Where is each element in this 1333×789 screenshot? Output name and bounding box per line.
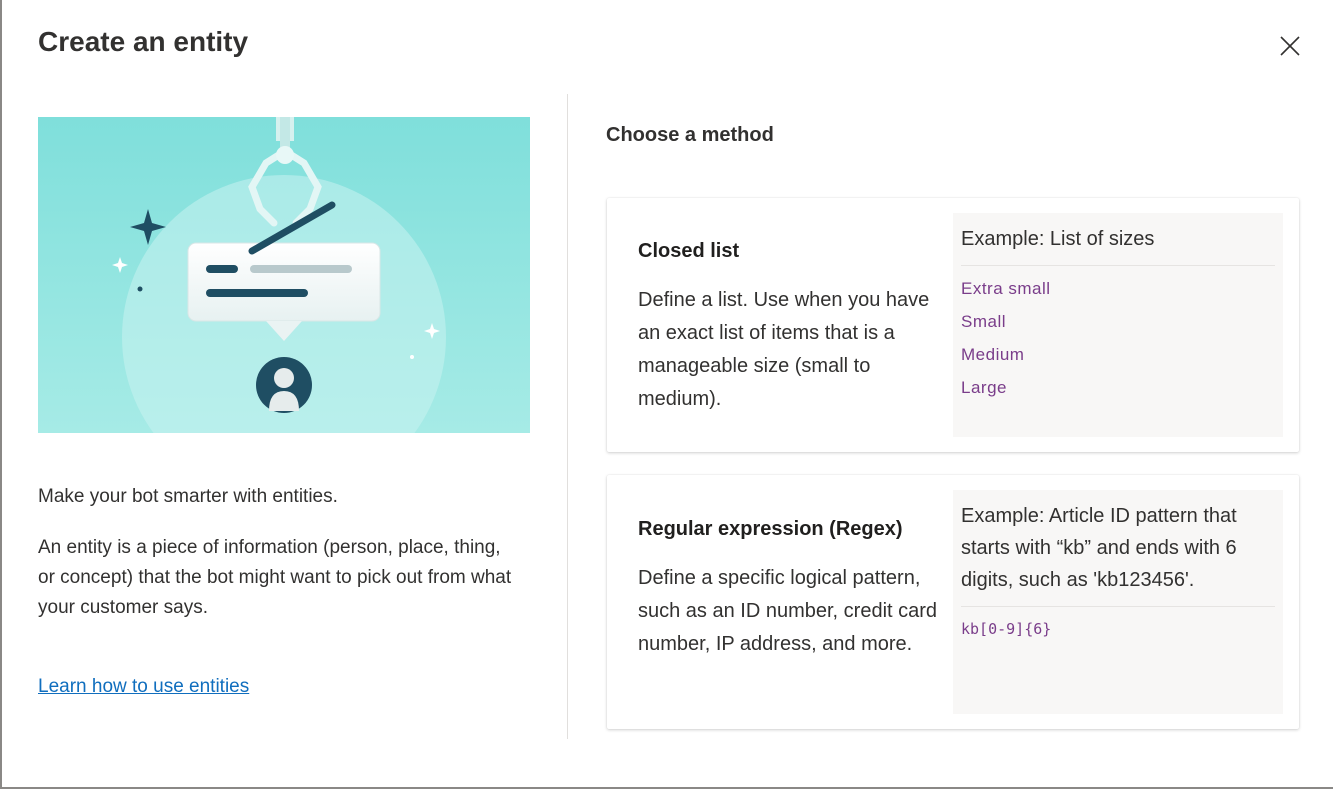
example-panel: Example: List of sizes Extra small Small…: [953, 213, 1283, 437]
card-description: Define a specific logical pattern, such …: [638, 567, 938, 655]
illustration-panel: [38, 117, 530, 433]
close-button[interactable]: [1274, 30, 1306, 62]
card-title: Regular expression (Regex): [638, 518, 903, 540]
example-item: Medium: [961, 345, 1025, 364]
entity-description: An entity is a piece of information (per…: [38, 537, 512, 618]
card-description: Define a list. Use when you have an exac…: [638, 289, 930, 410]
choose-method-heading: Choose a method: [606, 124, 774, 146]
dialog-title: Create an entity: [38, 26, 249, 57]
card-title: Closed list: [638, 240, 740, 262]
example-divider: [961, 265, 1275, 266]
example-divider: [961, 606, 1275, 607]
example-pattern: kb[0-9]{6}: [961, 620, 1052, 638]
intro-text: Make your bot smarter with entities. An …: [38, 482, 518, 623]
example-item: Extra small: [961, 279, 1051, 298]
example-item: Small: [961, 312, 1007, 331]
entity-illustration: [38, 117, 530, 433]
intro-heading: Make your bot smarter with entities.: [38, 486, 338, 507]
close-icon: [1280, 36, 1300, 56]
regex-card[interactable]: Regular expression (Regex) Define a spec…: [607, 475, 1299, 729]
example-panel: Example: Article ID pattern that starts …: [953, 490, 1283, 714]
closed-list-card[interactable]: Closed list Define a list. Use when you …: [607, 198, 1299, 452]
example-title: Example: List of sizes: [961, 228, 1155, 250]
vertical-divider: [567, 94, 568, 739]
person-icon: [256, 357, 312, 413]
learn-entities-link[interactable]: Learn how to use entities: [38, 676, 249, 698]
example-item: Large: [961, 378, 1007, 397]
example-title: Example: Article ID pattern that starts …: [961, 505, 1237, 591]
create-entity-dialog: Create an entity Make your bot smarter w…: [2, 0, 1333, 787]
